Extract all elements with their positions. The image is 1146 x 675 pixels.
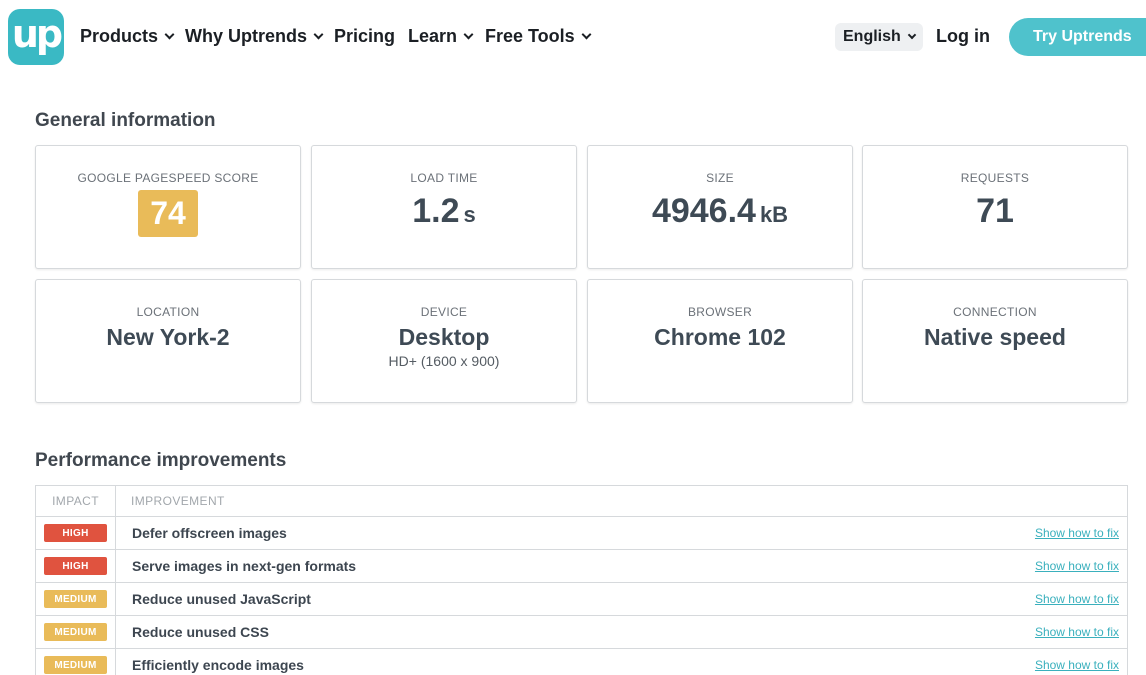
pagespeed-score-badge: 74 <box>138 190 198 237</box>
size-value: 4946.4 kB <box>588 192 852 231</box>
card-label: LOAD TIME <box>410 171 478 185</box>
impact-cell: MEDIUM <box>36 583 116 615</box>
language-label: English <box>843 28 901 45</box>
improvement-text: Efficiently encode images <box>132 657 304 673</box>
nav-free-tools[interactable]: Free Tools <box>485 26 592 47</box>
card-label: LOCATION <box>136 305 200 319</box>
chevron-down-icon <box>907 30 917 40</box>
impact-badge-high: HIGH <box>44 557 107 575</box>
improvement-text: Serve images in next-gen formats <box>132 558 357 574</box>
top-navigation: up Products Why Uptrends Pricing Learn F… <box>0 0 1146 74</box>
impact-cell: MEDIUM <box>36 649 116 675</box>
chevron-down-icon <box>581 29 592 40</box>
nav-learn[interactable]: Learn <box>408 26 474 47</box>
logo-text: up <box>11 12 63 56</box>
impact-badge-medium: MEDIUM <box>44 590 107 608</box>
nav-free-tools-label: Free Tools <box>485 26 575 46</box>
card-browser: BROWSER Chrome 102 <box>587 279 853 403</box>
load-time-unit: s <box>463 202 476 227</box>
card-connection: CONNECTION Native speed <box>862 279 1128 403</box>
impact-cell: HIGH <box>36 517 116 549</box>
general-information-title: General information <box>35 110 216 131</box>
column-improvement: IMPROVEMENT <box>131 494 225 508</box>
card-load-time: LOAD TIME 1.2 s <box>311 145 577 269</box>
card-device: DEVICE Desktop HD+ (1600 x 900) <box>311 279 577 403</box>
show-how-to-fix-link[interactable]: Show how to fix <box>1035 625 1119 639</box>
chevron-down-icon <box>164 29 175 40</box>
impact-badge-medium: MEDIUM <box>44 623 107 641</box>
show-how-to-fix-link[interactable]: Show how to fix <box>1035 559 1119 573</box>
impact-cell: MEDIUM <box>36 616 116 648</box>
browser-value: Chrome 102 <box>654 324 786 350</box>
chevron-down-icon <box>463 29 474 40</box>
show-how-to-fix-link[interactable]: Show how to fix <box>1035 658 1119 672</box>
card-requests: REQUESTS 71 <box>862 145 1128 269</box>
table-row: HIGH Defer offscreen images Show how to … <box>36 517 1127 550</box>
impact-badge-medium: MEDIUM <box>44 656 107 674</box>
table-row: MEDIUM Reduce unused JavaScript Show how… <box>36 583 1127 616</box>
card-label: DEVICE <box>420 305 468 319</box>
impact-badge-high: HIGH <box>44 524 107 542</box>
location-value: New York-2 <box>106 324 230 350</box>
try-uptrends-button[interactable]: Try Uptrends <box>1009 18 1146 56</box>
card-location: LOCATION New York-2 <box>35 279 301 403</box>
card-size: SIZE 4946.4 kB <box>587 145 853 269</box>
improvement-text: Reduce unused JavaScript <box>132 591 311 607</box>
load-time-number: 1.2 <box>412 192 460 230</box>
impact-cell: HIGH <box>36 550 116 582</box>
size-unit: kB <box>759 202 789 227</box>
column-impact: IMPACT <box>36 486 116 516</box>
improvement-text: Reduce unused CSS <box>132 624 269 640</box>
nav-why-uptrends-label: Why Uptrends <box>185 26 308 46</box>
nav-learn-label: Learn <box>408 26 458 46</box>
login-link[interactable]: Log in <box>936 26 990 47</box>
improvements-table: IMPACT IMPROVEMENT HIGH Defer offscreen … <box>35 485 1128 675</box>
show-how-to-fix-link[interactable]: Show how to fix <box>1035 592 1119 606</box>
card-label: CONNECTION <box>953 305 1037 319</box>
requests-value: 71 <box>976 192 1014 230</box>
nav-pricing-label: Pricing <box>334 26 396 46</box>
device-value: Desktop <box>398 324 490 350</box>
nav-products[interactable]: Products <box>80 26 175 47</box>
card-label: GOOGLE PAGESPEED SCORE <box>77 171 259 185</box>
improvement-text: Defer offscreen images <box>132 525 287 541</box>
table-header: IMPACT IMPROVEMENT <box>36 486 1127 517</box>
chevron-down-icon <box>313 29 324 40</box>
load-time-value: 1.2 s <box>312 192 576 231</box>
size-number: 4946.4 <box>651 192 756 230</box>
uptrends-logo[interactable]: up <box>8 9 64 65</box>
nav-products-label: Products <box>80 26 159 46</box>
nav-pricing[interactable]: Pricing <box>334 26 395 47</box>
show-how-to-fix-link[interactable]: Show how to fix <box>1035 526 1119 540</box>
table-row: MEDIUM Reduce unused CSS Show how to fix <box>36 616 1127 649</box>
card-pagespeed-score: GOOGLE PAGESPEED SCORE 74 <box>35 145 301 269</box>
nav-why-uptrends[interactable]: Why Uptrends <box>185 26 324 47</box>
performance-improvements-title: Performance improvements <box>35 450 287 471</box>
table-row: MEDIUM Efficiently encode images Show ho… <box>36 649 1127 675</box>
language-selector[interactable]: English <box>835 23 923 51</box>
table-row: HIGH Serve images in next-gen formats Sh… <box>36 550 1127 583</box>
connection-value: Native speed <box>924 324 1066 350</box>
card-label: BROWSER <box>687 305 753 319</box>
device-resolution: HD+ (1600 x 900) <box>388 353 500 369</box>
card-label: REQUESTS <box>960 171 1030 185</box>
card-label: SIZE <box>706 171 734 185</box>
